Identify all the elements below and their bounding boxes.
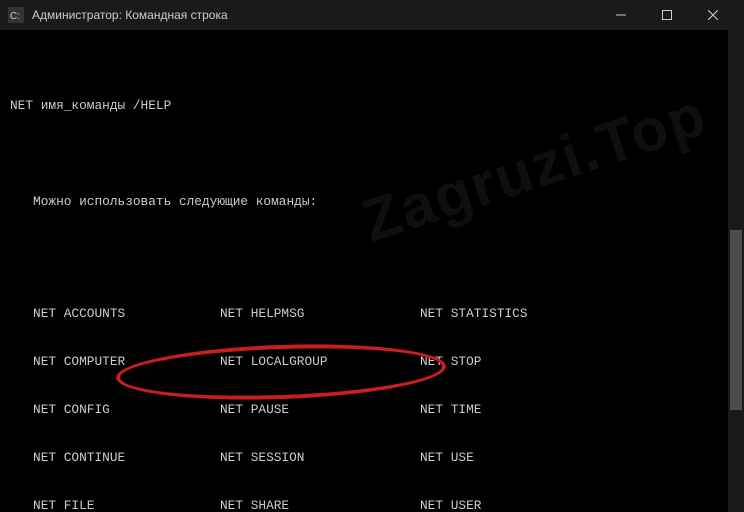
maximize-button[interactable] (644, 0, 690, 30)
svg-text:C:: C: (10, 11, 20, 22)
terminal-output[interactable]: Zagruzi.Top NET имя_команды /HELP Можно … (0, 30, 744, 512)
cmd-window: C: Администратор: Командная строка Zagru… (0, 0, 744, 512)
output-line: NET FILENET SHARENET USER (10, 498, 734, 512)
output-line: NET COMPUTERNET LOCALGROUPNET STOP (10, 354, 734, 370)
output-line: NET имя_команды /HELP (10, 98, 734, 114)
cmd-icon: C: (8, 7, 24, 23)
window-title: Администратор: Командная строка (32, 8, 598, 22)
vertical-scrollbar[interactable] (728, 30, 744, 512)
watermark-text: Zagruzi.Top (363, 105, 708, 231)
output-line (10, 146, 734, 162)
output-line: NET CONTINUENET SESSIONNET USE (10, 450, 734, 466)
output-line: Можно использовать следующие команды: (10, 194, 734, 210)
output-line: NET CONFIGNET PAUSENET TIME (10, 402, 734, 418)
output-line: NET ACCOUNTSNET HELPMSGNET STATISTICS (10, 306, 734, 322)
minimize-button[interactable] (598, 0, 644, 30)
annotation-ellipse (115, 339, 447, 404)
close-button[interactable] (690, 0, 736, 30)
titlebar[interactable]: C: Администратор: Командная строка (0, 0, 744, 30)
scrollbar-thumb[interactable] (730, 230, 742, 410)
output-line (10, 242, 734, 258)
window-controls (598, 0, 736, 30)
